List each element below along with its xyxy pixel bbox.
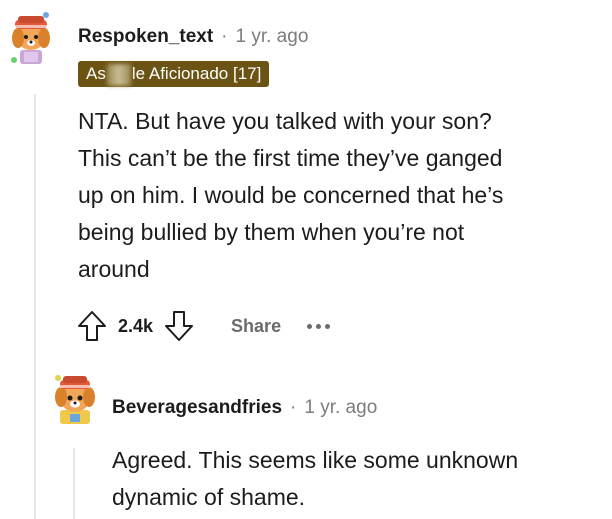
comment-body-line: being bullied by them when you’re not <box>78 219 465 245</box>
thread-line-main[interactable] <box>34 94 36 519</box>
comment-body-line: NTA. But have you talked with your son? <box>78 108 492 134</box>
comment-body-line: Agreed. This seems like some unknown <box>112 447 519 473</box>
arrow-down-icon[interactable] <box>163 309 195 343</box>
separator-dot: · <box>221 26 228 47</box>
timestamp[interactable]: 1 yr. ago <box>236 26 309 48</box>
flair-suffix: le Aficionado [17] <box>131 64 262 83</box>
share-button[interactable]: Share <box>231 316 281 337</box>
username[interactable]: Respoken_text <box>78 26 213 48</box>
comment-body-line: up on him. I would be concerned that he’… <box>78 182 504 208</box>
user-flair: As le Aficionado [17] <box>78 61 270 87</box>
thread-line-reply[interactable] <box>73 448 75 519</box>
separator-dot: · <box>290 397 297 418</box>
flair-prefix: As <box>86 64 106 83</box>
comment-body: Agreed. This seems like some unknown dyn… <box>112 442 602 516</box>
comment-body: NTA. But have you talked with your son? … <box>78 103 598 288</box>
username[interactable]: Beveragesandfries <box>112 397 282 419</box>
comment-header: Respoken_text · 1 yr. ago <box>78 26 308 48</box>
comment-header: Beveragesandfries · 1 yr. ago <box>112 397 377 419</box>
timestamp[interactable]: 1 yr. ago <box>304 397 377 419</box>
arrow-up-icon[interactable] <box>76 309 108 343</box>
avatar[interactable] <box>50 370 100 426</box>
comment-actions: 2.4k Share <box>76 308 331 344</box>
comment-body-line: dynamic of shame. <box>112 484 306 510</box>
comment-body-line: This can’t be the first time they’ve gan… <box>78 145 503 171</box>
flair-redaction <box>106 63 131 86</box>
comment-body-line: around <box>78 256 150 282</box>
more-horizontal-icon[interactable] <box>307 323 331 329</box>
avatar[interactable] <box>6 10 56 66</box>
vote-count: 2.4k <box>118 315 154 336</box>
